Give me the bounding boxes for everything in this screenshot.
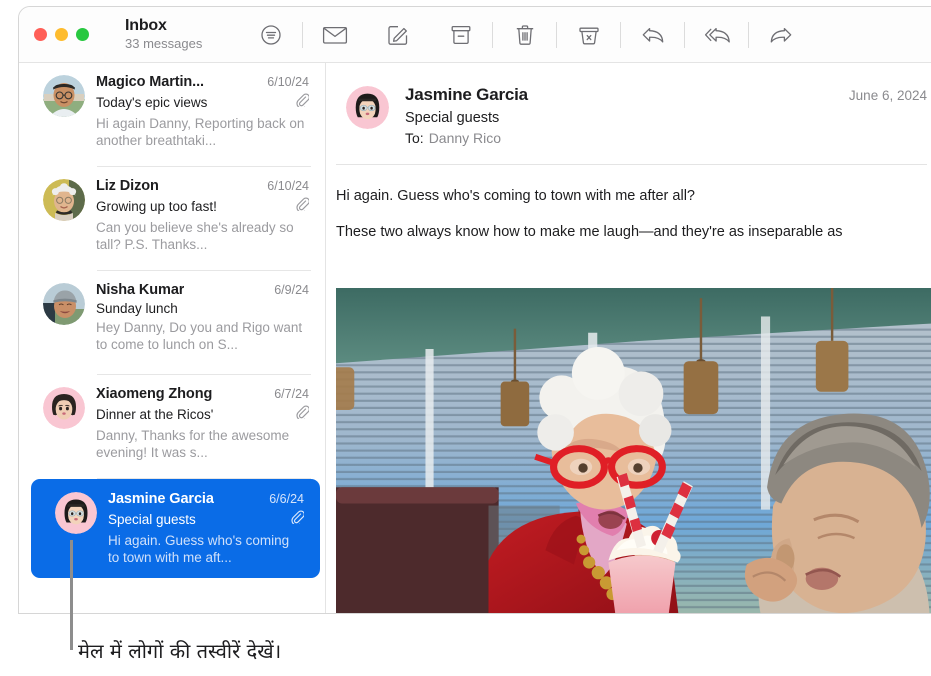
avatar	[43, 179, 85, 221]
compose-icon	[386, 23, 410, 47]
traffic-lights	[34, 28, 89, 41]
list-item-preview: Hey Danny, Do you and Rigo want to come …	[96, 320, 303, 353]
list-item-preview: Hi again Danny, Reporting back on anothe…	[96, 116, 305, 149]
list-item-date: 6/10/24	[267, 75, 309, 89]
avatar	[346, 86, 389, 129]
list-item-sender: Jasmine Garcia	[108, 491, 214, 507]
avatar	[43, 283, 85, 325]
message-photo-attachment[interactable]	[336, 288, 931, 613]
compose-button[interactable]	[366, 15, 429, 55]
list-item-date: 6/6/24	[269, 492, 304, 506]
list-item-body: Xiaomeng Zhong 6/7/24 Dinner at the Rico…	[96, 385, 310, 479]
reply-all-button[interactable]	[685, 15, 748, 55]
list-item-sender: Magico Martin...	[96, 74, 204, 90]
list-item-sender: Xiaomeng Zhong	[96, 386, 213, 402]
message-subject: Special guests	[405, 110, 500, 126]
to-label: To:	[405, 130, 424, 146]
message-paragraph: Hi again. Guess who's coming to town wit…	[336, 188, 695, 204]
paperclip-icon	[289, 93, 310, 112]
mail-window: Inbox 33 messages Magico Martin... 6/10/…	[18, 6, 931, 614]
toolbar-buttons	[239, 15, 812, 55]
list-item-preview: Can you believe she's already so tall? P…	[96, 220, 294, 253]
list-item-body: Jasmine Garcia 6/6/24 Special guests Hi …	[108, 490, 305, 578]
list-item-preview: Danny, Thanks for the awesome evening! I…	[96, 428, 290, 461]
mail-icon	[322, 24, 348, 46]
list-item[interactable]: Magico Martin... 6/10/24 Today's epic vi…	[19, 63, 325, 167]
message-sender: Jasmine Garcia	[405, 85, 528, 104]
message-paragraph: These two always know how to make me lau…	[336, 224, 843, 241]
window-title-block: Inbox 33 messages	[125, 17, 202, 51]
message-header: Jasmine Garcia June 6, 2024 Special gues…	[326, 63, 931, 146]
filter-icon	[259, 23, 283, 47]
list-item-subject: Dinner at the Ricos'	[96, 407, 214, 422]
minimize-button[interactable]	[55, 28, 68, 41]
page-title: Inbox	[125, 17, 167, 35]
list-item-date: 6/9/24	[274, 283, 309, 297]
callout-leader-line	[70, 540, 73, 650]
reply-icon	[640, 23, 666, 47]
list-item-date: 6/7/24	[274, 387, 309, 401]
paperclip-icon	[289, 405, 310, 424]
list-item-date: 6/10/24	[267, 179, 309, 193]
list-item-body: Magico Martin... 6/10/24 Today's epic vi…	[96, 73, 310, 167]
reply-button[interactable]	[621, 15, 684, 55]
message-list[interactable]: Magico Martin... 6/10/24 Today's epic vi…	[19, 63, 326, 613]
paperclip-icon	[289, 197, 310, 216]
photo-image	[336, 288, 931, 613]
message-recipients: To: Danny Rico	[405, 130, 927, 146]
content-split: Magico Martin... 6/10/24 Today's epic vi…	[19, 63, 931, 613]
avatar	[55, 492, 97, 534]
avatar	[43, 387, 85, 429]
maximize-button[interactable]	[76, 28, 89, 41]
list-item[interactable]: Nisha Kumar 6/9/24 Sunday lunch Hey Dann…	[19, 271, 325, 375]
list-item-preview: Hi again. Guess who's coming to town wit…	[108, 533, 290, 566]
list-item-subject: Special guests	[108, 512, 196, 527]
list-item-subject: Today's epic views	[96, 95, 208, 110]
list-item[interactable]: Xiaomeng Zhong 6/7/24 Dinner at the Rico…	[19, 375, 325, 479]
trash-icon	[513, 23, 537, 47]
archive-icon	[449, 23, 473, 47]
list-item[interactable]: Liz Dizon 6/10/24 Growing up too fast! C…	[19, 167, 325, 271]
junk-icon	[577, 23, 601, 47]
archive-button[interactable]	[429, 15, 492, 55]
message-date: June 6, 2024	[848, 88, 927, 103]
message-meta: Jasmine Garcia June 6, 2024 Special gues…	[405, 85, 927, 146]
list-item-sender: Liz Dizon	[96, 178, 159, 194]
junk-button[interactable]	[557, 15, 620, 55]
message-count: 33 messages	[125, 36, 203, 52]
list-item-subject: Sunday lunch	[96, 301, 178, 316]
callout-caption: मेल में लोगों की तस्वीरें देखें।	[78, 639, 282, 663]
paperclip-icon	[284, 510, 305, 529]
list-item-subject: Growing up too fast!	[96, 199, 217, 214]
list-item-body: Liz Dizon 6/10/24 Growing up too fast! C…	[96, 177, 310, 271]
screenshot-root: Inbox 33 messages Magico Martin... 6/10/…	[0, 0, 931, 676]
forward-button[interactable]	[749, 15, 812, 55]
window-toolbar: Inbox 33 messages	[19, 7, 931, 63]
forward-icon	[768, 23, 794, 47]
message-body: Hi again. Guess who's coming to town wit…	[326, 165, 931, 244]
to-value[interactable]: Danny Rico	[429, 130, 501, 146]
list-item-selected[interactable]: Jasmine Garcia 6/6/24 Special guests Hi …	[31, 479, 320, 578]
reading-pane: Jasmine Garcia June 6, 2024 Special gues…	[326, 63, 931, 613]
reply-all-icon	[703, 23, 731, 47]
list-item-sender: Nisha Kumar	[96, 282, 185, 298]
mark-unread-button[interactable]	[303, 15, 366, 55]
list-item-body: Nisha Kumar 6/9/24 Sunday lunch Hey Dann…	[96, 281, 309, 375]
close-button[interactable]	[34, 28, 47, 41]
filter-button[interactable]	[239, 15, 302, 55]
avatar	[43, 75, 85, 117]
delete-button[interactable]	[493, 15, 556, 55]
